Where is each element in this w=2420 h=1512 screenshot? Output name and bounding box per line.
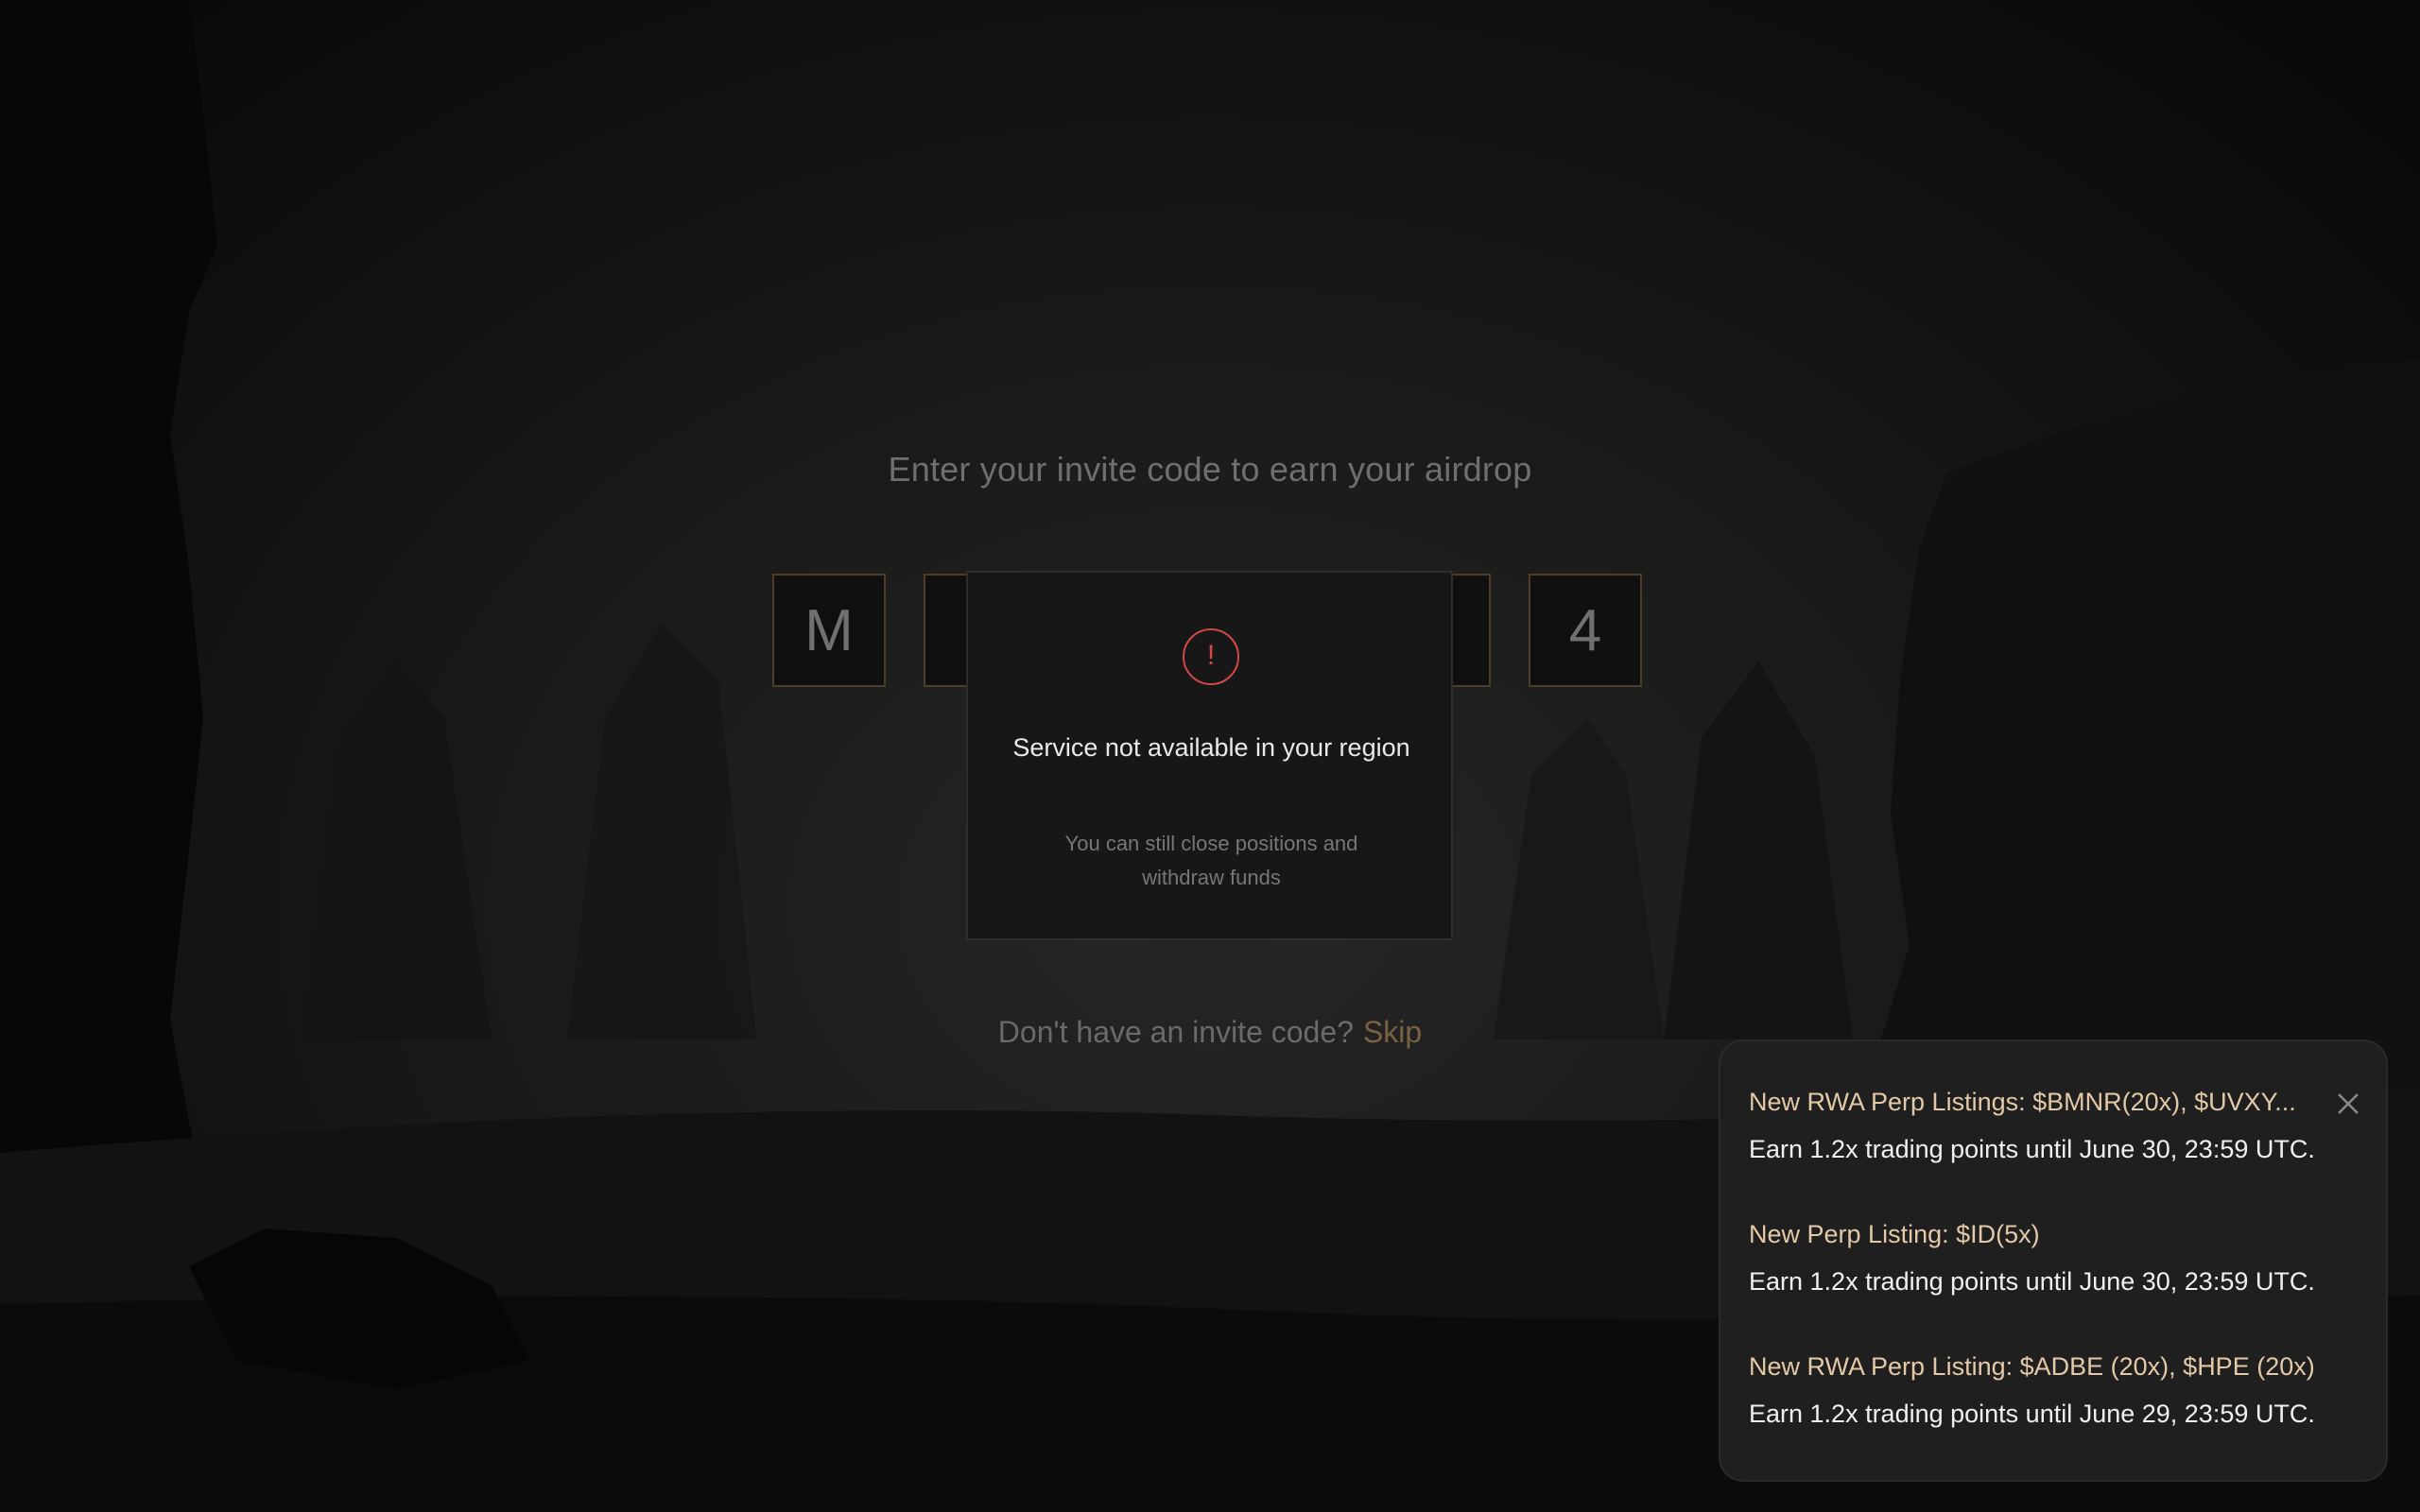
modal-subtitle: You can still close positions and withdr… bbox=[1064, 832, 1358, 889]
region-restriction-modal: ! Service not available in your region Y… bbox=[966, 571, 1453, 940]
notification-item[interactable]: New Perp Listing: $ID(5x) Earn 1.2x trad… bbox=[1749, 1217, 2335, 1298]
notification-body: Earn 1.2x trading points until June 30, … bbox=[1749, 1135, 2315, 1163]
invite-prompt-title: Enter your invite code to earn your aird… bbox=[888, 450, 1532, 489]
skip-link[interactable]: Skip bbox=[1363, 1015, 1422, 1049]
notification-title: New Perp Listing: $ID(5x) bbox=[1749, 1220, 2040, 1248]
modal-title: Service not available in your region bbox=[1012, 733, 1410, 762]
notification-body: Earn 1.2x trading points until June 30, … bbox=[1749, 1267, 2315, 1296]
notification-title: New RWA Perp Listings: $BMNR(20x), $UVXY… bbox=[1749, 1088, 2296, 1116]
close-icon[interactable] bbox=[2333, 1089, 2363, 1119]
alert-circle-icon: ! bbox=[1183, 628, 1239, 685]
skip-prompt-text: Don't have an invite code? bbox=[997, 1015, 1354, 1049]
code-digit-6[interactable]: 4 bbox=[1529, 574, 1642, 687]
code-digit-1[interactable]: M bbox=[772, 574, 886, 687]
notification-body: Earn 1.2x trading points until June 29, … bbox=[1749, 1400, 2315, 1428]
notifications-panel: New RWA Perp Listings: $BMNR(20x), $UVXY… bbox=[1719, 1040, 2388, 1482]
notification-item[interactable]: New RWA Perp Listing: $ADBE (20x), $HPE … bbox=[1749, 1349, 2335, 1431]
notification-item[interactable]: New RWA Perp Listings: $BMNR(20x), $UVXY… bbox=[1749, 1085, 2335, 1166]
notification-title: New RWA Perp Listing: $ADBE (20x), $HPE … bbox=[1749, 1352, 2315, 1381]
page-background: Enter your invite code to earn your aird… bbox=[0, 0, 2420, 1512]
